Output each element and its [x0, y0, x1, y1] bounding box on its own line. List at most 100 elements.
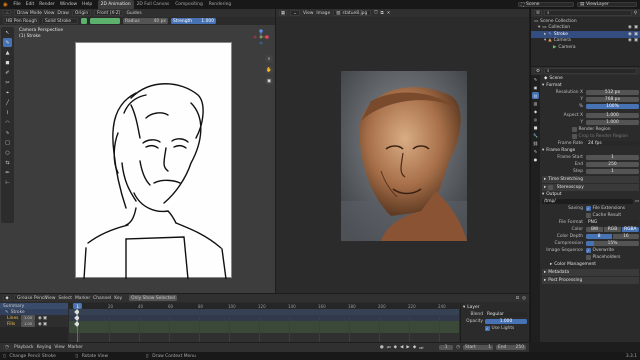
- view-layer-tab-icon[interactable]: ▥: [532, 100, 539, 107]
- menu-file[interactable]: File: [11, 2, 23, 7]
- image-file-dropdown[interactable]: ▨ statue8.jpg: [333, 10, 372, 16]
- fake-user-icon[interactable]: ⛉: [374, 10, 377, 16]
- color-option-rgb[interactable]: RGB: [603, 226, 622, 233]
- outliner-search-input[interactable]: ⌕: [544, 10, 632, 16]
- radius-field[interactable]: Radius 40 px: [123, 18, 168, 24]
- mode-dropdown[interactable]: Draw Mode: [14, 10, 42, 16]
- render-region-toggle[interactable]: Render Region: [542, 126, 639, 133]
- view-layer-selector[interactable]: ▤ ViewLayer: [577, 1, 637, 8]
- current-frame-field[interactable]: 1: [439, 344, 454, 351]
- timeline-marker-menu[interactable]: Marker: [68, 345, 83, 350]
- checkbox-icon[interactable]: [548, 185, 553, 190]
- layer-panel-header[interactable]: ▾ Layer: [463, 304, 527, 311]
- timeline-view-menu[interactable]: View: [54, 345, 64, 350]
- circle-tool-icon[interactable]: ○: [3, 148, 12, 157]
- color-depth-16[interactable]: 16: [612, 233, 639, 240]
- blend-dropdown[interactable]: Regular: [485, 311, 527, 318]
- polyline-tool-icon[interactable]: ⌇: [3, 108, 12, 117]
- expand-arrow-icon[interactable]: ▾: [538, 25, 540, 30]
- outliner-item-camera[interactable]: ▾ ▲ Camera ◉ ▣: [531, 38, 640, 45]
- only-show-selected-button[interactable]: Only Show Selected: [129, 295, 177, 301]
- file-format-dropdown[interactable]: PNG: [586, 219, 639, 226]
- dopesheet-type-icon[interactable]: ◆: [3, 295, 11, 301]
- use-lights-toggle[interactable]: ✓ Use Lights: [463, 325, 527, 332]
- render-tab-icon[interactable]: ▣: [532, 84, 539, 91]
- output-path-field[interactable]: /tmp/: [542, 198, 633, 205]
- visibility-eye-icon[interactable]: ◉: [628, 32, 632, 37]
- line-tool-icon[interactable]: ╱: [3, 98, 12, 107]
- curve-tool-icon[interactable]: ∿: [3, 128, 12, 137]
- material-tab-icon[interactable]: ●: [532, 156, 539, 163]
- frame-range-property-field[interactable]: 1: [586, 168, 639, 175]
- visibility-eye-icon[interactable]: ◉: [628, 38, 632, 43]
- modifier-tab-icon[interactable]: 🔧: [532, 132, 539, 139]
- prev-key-icon[interactable]: ◆: [394, 345, 397, 350]
- expand-arrow-icon[interactable]: ▾: [544, 38, 546, 43]
- stereoscopy-panel[interactable]: ▸ Stereoscopy: [542, 184, 639, 191]
- scene-selector[interactable]: ⛶ Scene: [518, 1, 574, 8]
- properties-search-input[interactable]: ⌕: [544, 68, 637, 74]
- opacity-field[interactable]: 1.000: [485, 318, 527, 325]
- tab-compositing[interactable]: Compositing: [172, 0, 206, 9]
- drawing-canvas[interactable]: [75, 42, 232, 280]
- new-image-icon[interactable]: ⧉: [380, 10, 383, 16]
- camera-render-icon[interactable]: ▣: [634, 32, 638, 37]
- output-tab-icon[interactable]: ▤: [532, 92, 539, 99]
- visibility-eye-icon[interactable]: ◉: [38, 316, 42, 321]
- snapping-icon[interactable]: ⊡: [515, 296, 519, 301]
- scene-tab-icon[interactable]: ◆: [532, 108, 539, 115]
- expand-arrow-icon[interactable]: ▸: [544, 32, 546, 37]
- visibility-eye-icon[interactable]: ◉: [628, 25, 632, 30]
- tab-2d-full-canvas[interactable]: 2D Full Canvas: [134, 0, 173, 9]
- fills-opacity-field[interactable]: 1.00: [21, 321, 35, 327]
- outliner-item-camera-data[interactable]: ▶ Camera: [531, 44, 640, 51]
- tool-tab-icon[interactable]: ✎: [532, 76, 539, 83]
- front-dropdown[interactable]: Front (X-Z): [94, 10, 124, 16]
- timeline-type-icon[interactable]: ◷: [3, 344, 11, 351]
- color-option-bw[interactable]: BW: [586, 226, 604, 233]
- menu-render[interactable]: Render: [37, 2, 58, 7]
- constraint-tab-icon[interactable]: ⛓: [532, 140, 539, 147]
- play-reverse-icon[interactable]: ◀: [400, 345, 403, 350]
- cutter-tool-icon[interactable]: ✂: [3, 78, 12, 87]
- jump-end-icon[interactable]: ⏭: [419, 345, 423, 351]
- draw-menu[interactable]: Draw: [57, 11, 68, 16]
- axis-gizmo-icon[interactable]: [253, 29, 269, 45]
- compression-slider[interactable]: 15%: [586, 240, 639, 247]
- interpolate-tool-icon[interactable]: ⇆: [3, 158, 12, 167]
- channel-fills[interactable]: Fills 1.00 ◉ ▣: [0, 321, 68, 327]
- fill-tool-icon[interactable]: ▲: [3, 48, 12, 57]
- box-tool-icon[interactable]: □: [3, 138, 12, 147]
- lines-opacity-field[interactable]: 1.00: [21, 315, 35, 321]
- format-property-field[interactable]: 512 px: [586, 89, 639, 96]
- file-extensions-toggle[interactable]: ✓ File Extensions: [586, 206, 625, 211]
- folder-icon[interactable]: ▭: [635, 199, 639, 204]
- image-image-menu[interactable]: Image: [316, 11, 330, 16]
- metadata-panel[interactable]: ▸ Metadata: [542, 269, 639, 276]
- record-icon[interactable]: ●: [380, 345, 384, 350]
- measure-tool-icon[interactable]: ⊢: [3, 178, 12, 187]
- arc-tool-icon[interactable]: ◠: [3, 118, 12, 127]
- object-tab-icon[interactable]: ■: [532, 124, 539, 131]
- frame-range-property-field[interactable]: 1: [586, 154, 639, 161]
- play-icon[interactable]: ▶: [406, 345, 409, 350]
- origin-dropdown[interactable]: Origin: [71, 10, 92, 16]
- world-tab-icon[interactable]: ◎: [532, 116, 539, 123]
- tint-tool-icon[interactable]: ✐: [3, 68, 12, 77]
- jump-start-icon[interactable]: ⏮: [387, 345, 391, 351]
- frame-range-property-field[interactable]: 250: [586, 161, 639, 168]
- frame-range-panel-header[interactable]: ▾ Frame Range: [542, 147, 639, 154]
- proportional-icon[interactable]: ◎: [522, 296, 526, 301]
- lock-icon[interactable]: ▣: [43, 322, 47, 327]
- erase-tool-icon[interactable]: ◼: [3, 58, 12, 67]
- draw-tool-icon[interactable]: ✎: [3, 38, 12, 47]
- time-stretching-panel[interactable]: ▸ Time Stretching: [542, 176, 639, 183]
- camera-view-icon[interactable]: ▣: [265, 77, 273, 85]
- guides-dropdown[interactable]: Guides: [126, 11, 141, 16]
- dopesheet-view-menu[interactable]: View: [45, 296, 55, 301]
- start-frame-field[interactable]: Start 1: [463, 344, 493, 351]
- pan-icon[interactable]: ✋: [265, 66, 273, 74]
- properties-type-icon[interactable]: ⚙: [534, 68, 542, 74]
- strength-field[interactable]: Strength 1.000: [171, 18, 216, 24]
- post-processing-panel[interactable]: ▸ Post Processing: [542, 277, 639, 284]
